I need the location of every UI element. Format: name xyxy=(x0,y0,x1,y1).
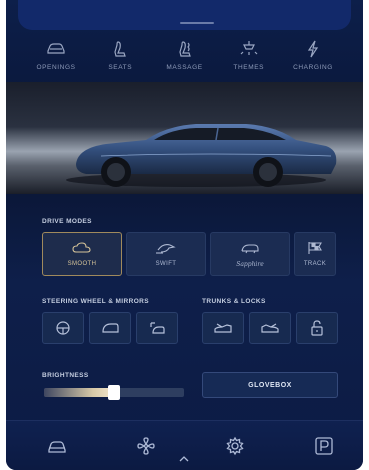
category-label: MASSAGE xyxy=(166,64,203,71)
fan-icon[interactable] xyxy=(135,436,157,456)
steering-mirrors-group xyxy=(42,312,178,344)
category-seats[interactable]: SEATS xyxy=(90,40,150,78)
seat-icon xyxy=(114,41,127,57)
drive-modes-group: SMOOTH SWIFT Sapphire TRACK xyxy=(42,232,336,276)
drag-handle[interactable] xyxy=(180,22,214,24)
sapphire-icon xyxy=(241,243,259,253)
swift-icon xyxy=(156,244,176,254)
car-side-view-icon xyxy=(66,124,337,187)
front-trunk-icon xyxy=(214,323,232,333)
drive-mode-label: Sapphire xyxy=(236,260,264,268)
track-flag-icon xyxy=(308,242,322,254)
trunks-locks-title: TRUNKS & LOCKS xyxy=(202,298,266,305)
parking-icon[interactable] xyxy=(313,436,335,456)
category-massage[interactable]: MASSAGE xyxy=(155,40,215,78)
drive-mode-label: SWIFT xyxy=(155,261,177,267)
lamp-icon xyxy=(240,41,258,55)
drive-mode-sapphire[interactable]: Sapphire xyxy=(210,232,290,276)
mirror-button[interactable] xyxy=(89,312,131,344)
drive-modes-title: DRIVE MODES xyxy=(42,218,92,225)
steering-wheel-button[interactable] xyxy=(42,312,84,344)
mirror-icon xyxy=(102,323,119,333)
drive-mode-label: TRACK xyxy=(303,261,327,267)
drive-mode-swift[interactable]: SWIFT xyxy=(126,232,206,276)
drive-mode-smooth[interactable]: SMOOTH xyxy=(42,232,122,276)
category-label: CHARGING xyxy=(293,64,333,71)
lock-button[interactable] xyxy=(296,312,338,344)
cloud-icon xyxy=(72,242,91,253)
steering-mirrors-title: STEERING WHEEL & MIRRORS xyxy=(42,298,149,305)
brightness-slider-thumb[interactable] xyxy=(108,385,120,400)
massage-icon xyxy=(178,41,191,57)
category-label: THEMES xyxy=(233,64,265,71)
category-label: SEATS xyxy=(108,64,133,71)
brightness-slider-fill xyxy=(44,388,114,397)
drive-mode-track[interactable]: TRACK xyxy=(294,232,336,276)
vehicle-hero-image xyxy=(6,82,363,194)
lock-icon xyxy=(311,320,323,336)
glovebox-button[interactable]: GLOVEBOX xyxy=(202,372,338,398)
mirror-adjust-icon xyxy=(150,322,165,334)
app-frame: OPENINGS SEATS MASSAGE THEMES CHARGING D… xyxy=(6,0,363,470)
car-icon[interactable] xyxy=(46,436,68,456)
rear-trunk-icon xyxy=(261,323,279,333)
mirror-adjust-button[interactable] xyxy=(136,312,178,344)
category-row: OPENINGS SEATS MASSAGE THEMES CHARGING xyxy=(26,40,343,78)
trunks-locks-group xyxy=(202,312,338,344)
front-trunk-button[interactable] xyxy=(202,312,244,344)
rear-trunk-button[interactable] xyxy=(249,312,291,344)
category-openings[interactable]: OPENINGS xyxy=(26,40,86,78)
category-charging[interactable]: CHARGING xyxy=(283,40,343,78)
chevron-up-icon[interactable] xyxy=(178,455,190,463)
top-pull-bar[interactable] xyxy=(18,0,351,30)
bolt-icon xyxy=(307,40,319,58)
brightness-title: BRIGHTNESS xyxy=(42,372,89,379)
steering-wheel-icon xyxy=(56,321,70,335)
car-top-icon xyxy=(47,43,65,54)
settings-gear-icon[interactable] xyxy=(224,436,246,456)
drive-mode-label: SMOOTH xyxy=(67,261,97,267)
category-label: OPENINGS xyxy=(36,64,76,71)
category-themes[interactable]: THEMES xyxy=(219,40,279,78)
